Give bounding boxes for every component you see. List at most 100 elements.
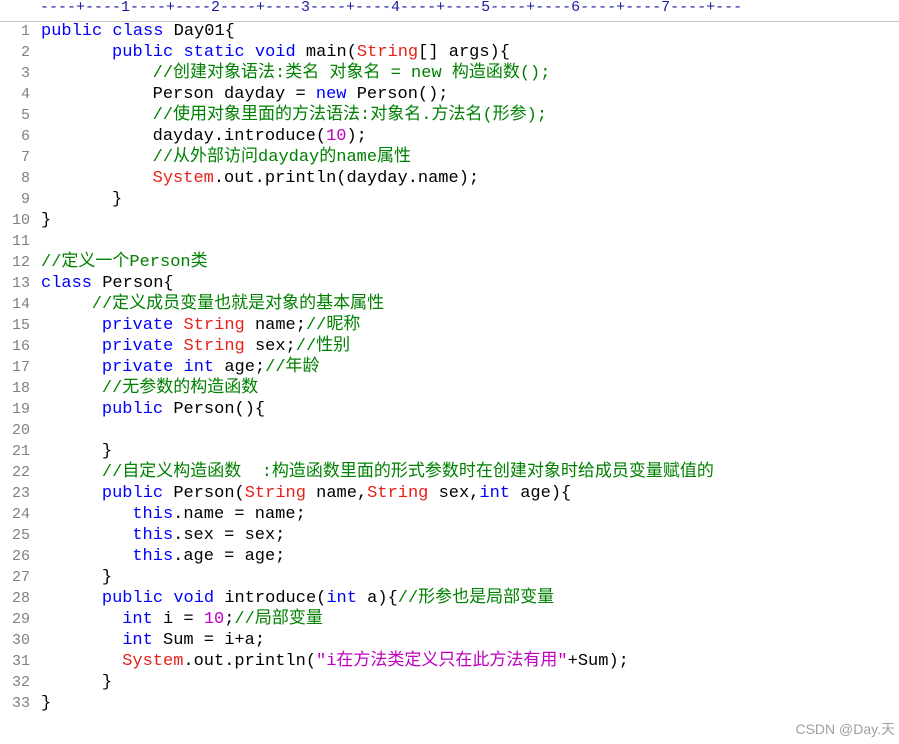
code-line[interactable]: //自定义构造函数 :构造函数里面的形式参数时在创建对象时给成员变量赋值的 [102,462,714,483]
code-token: new [315,85,357,104]
code-token: } [101,568,113,587]
line-number: 4 [20,86,30,103]
line-number: 33 [11,695,30,712]
line-number: 24 [11,506,30,523]
code-token: public [112,43,184,62]
code-token: //形参也是局部变量 [397,589,555,608]
code-line[interactable]: private String sex;//性别 [102,336,350,357]
code-line[interactable]: public Person(){ [102,399,265,420]
code-token: 10 [203,610,225,629]
code-token: String [367,484,439,503]
code-line[interactable]: //定义一个Person类 [41,252,208,273]
line-number: 3 [20,65,30,82]
code-token: } [41,211,52,230]
code-line[interactable]: System.out.println("i在方法类定义只在此方法有用"+Sum)… [122,651,629,672]
code-line[interactable]: this.name = name; [132,504,305,525]
code-token: age; [224,358,266,377]
code-token: } [112,190,123,209]
code-line[interactable]: //无参数的构造函数 [102,378,258,399]
line-number: 26 [11,548,30,565]
line-number: 2 [20,44,30,61]
code-token: this [132,505,174,524]
code-token: .age = age; [173,547,286,566]
code-token: //自定义构造函数 :构造函数里面的形式参数时在创建对象时给成员变量赋值的 [101,463,714,482]
line-number: 14 [11,296,30,313]
code-line[interactable]: //从外部访问dayday的name属性 [153,147,411,168]
code-token: Person{ [102,274,174,293]
code-token: System [152,169,214,188]
code-token: Sum = i+a; [163,631,266,650]
code-token: String [244,484,317,503]
code-line[interactable]: dayday.introduce(10); [153,126,367,147]
code-token: //局部变量 [234,610,323,629]
code-line[interactable]: private String name;//昵称 [102,315,360,336]
code-token: name; [254,316,306,335]
code-token: public [101,400,174,419]
line-number: 1 [20,23,30,40]
code-line[interactable]: this.age = age; [132,546,285,567]
code-token: i = [163,610,204,629]
code-line[interactable]: public Person(String name,String sex,int… [102,483,571,504]
code-token: class [112,22,174,41]
line-number: 6 [20,128,30,145]
code-line[interactable]: } [41,693,51,714]
code-line[interactable]: int Sum = i+a; [122,630,265,651]
line-number: 21 [11,443,30,460]
code-token: ; [224,610,235,629]
code-line[interactable]: public void introduce(int a){//形参也是局部变量 [102,588,554,609]
code-line[interactable]: } [102,441,112,462]
code-line[interactable]: } [41,210,51,231]
code-line[interactable]: public class Day01{ [41,21,235,42]
line-number: 16 [11,338,30,355]
code-token: //无参数的构造函数 [101,379,259,398]
code-line[interactable]: public static void main(String[] args){ [112,42,510,63]
code-token: void [254,43,306,62]
code-line[interactable]: Person dayday = new Person(); [153,84,449,105]
code-token: int [183,358,225,377]
line-number: 31 [11,653,30,670]
line-number: 27 [11,569,30,586]
code-line[interactable]: this.sex = sex; [132,525,285,546]
code-line[interactable]: //创建对象语法:类名 对象名 = new 构造函数(); [153,63,551,84]
code-token: Person(){ [173,400,266,419]
code-token: int [326,589,368,608]
line-number: 30 [11,632,30,649]
line-number: 15 [11,317,30,334]
code-line[interactable]: //使用对象里面的方法语法:对象名.方法名(形参); [153,105,547,126]
code-line[interactable]: } [102,567,112,588]
code-token: age){ [520,484,572,503]
code-token: "i在方法类定义只在此方法有用" [316,652,568,671]
line-number: 23 [11,485,30,502]
code-line[interactable]: int i = 10;//局部变量 [122,609,323,630]
code-token: String [183,316,255,335]
line-number: 22 [11,464,30,481]
code-token: public [101,484,174,503]
code-token: private [101,337,184,356]
line-number: 9 [20,191,30,208]
code-token: ); [346,127,367,146]
line-number: 19 [11,401,30,418]
code-line[interactable]: //定义成员变量也就是对象的基本属性 [92,294,384,315]
code-line[interactable]: } [112,189,122,210]
code-token: int [479,484,521,503]
code-token: name, [316,484,368,503]
code-line[interactable]: class Person{ [41,273,174,294]
code-token: void [173,589,225,608]
code-line[interactable]: } [102,672,112,693]
column-ruler: ----+----1----+----2----+----3----+----4… [0,0,899,22]
code-token: //从外部访问dayday的name属性 [152,148,412,167]
code-token: Person( [173,484,245,503]
code-token: //定义一个Person类 [41,253,208,272]
code-line[interactable]: private int age;//年龄 [102,357,320,378]
code-token: a){ [367,589,398,608]
code-token: .sex = sex; [173,526,286,545]
code-token: +Sum); [567,652,629,671]
code-token: .out.println( [183,652,317,671]
line-number: 10 [11,212,30,229]
code-token: class [41,274,103,293]
code-line[interactable]: System.out.println(dayday.name); [153,168,479,189]
code-token: //创建对象语法:类名 对象名 = new 构造函数(); [152,64,551,83]
code-token: private [101,316,184,335]
code-token: [] args){ [418,43,510,62]
code-token: public [101,589,174,608]
